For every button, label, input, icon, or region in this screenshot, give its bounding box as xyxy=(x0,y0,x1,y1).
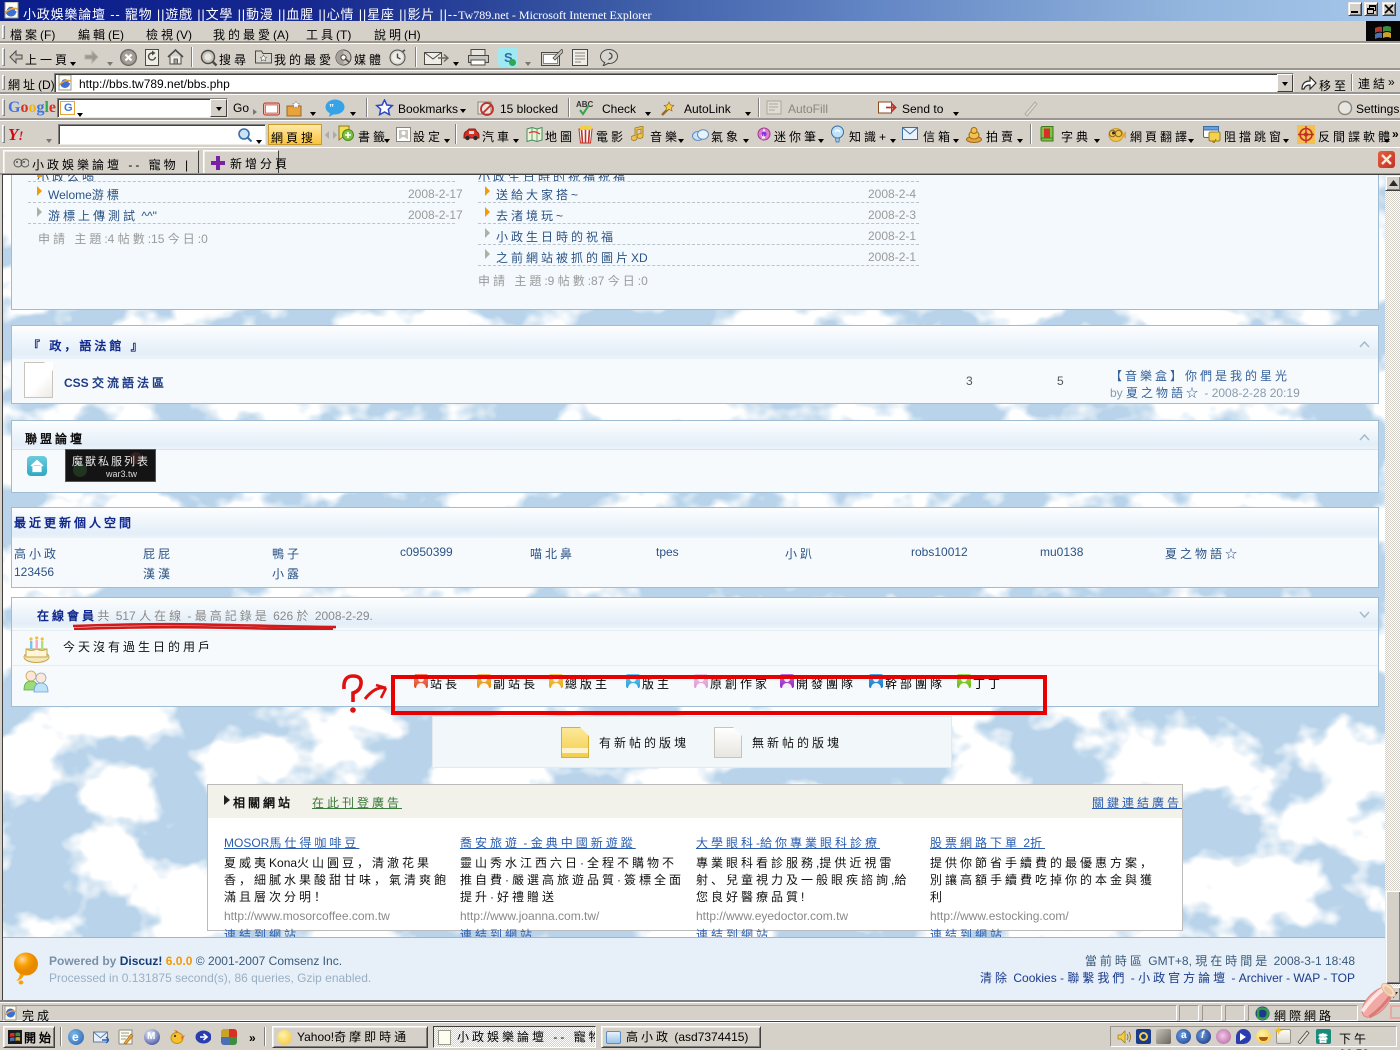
svg-text:y: y xyxy=(761,134,764,140)
svg-text:魔獸私服列表: 魔獸私服列表 xyxy=(72,454,150,468)
svg-text:ABC: ABC xyxy=(576,100,594,109)
svg-text:”: ” xyxy=(329,103,334,114)
svg-text:war3.tw: war3.tw xyxy=(105,469,138,479)
